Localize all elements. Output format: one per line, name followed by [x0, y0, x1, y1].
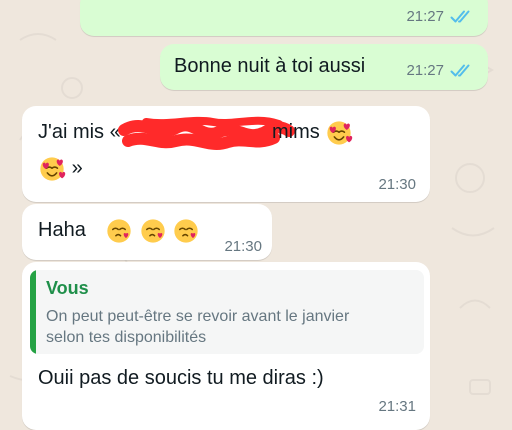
message-text: Bonne nuit à toi aussi: [174, 55, 366, 77]
message-time: 21:27: [406, 8, 444, 25]
message-bubble-incoming[interactable]: J'ai mis « mims » 21:30: [22, 106, 430, 202]
face-blowing-a-kiss-icon: [140, 219, 165, 243]
quote-text: On peut peut-être se revoir avant le jan…: [46, 308, 350, 346]
quote-accent-bar: [30, 270, 36, 354]
message-text: Ouii pas de soucis tu me diras :): [38, 367, 324, 389]
message-text-suffix: mims: [272, 118, 353, 147]
message-bubble-outgoing[interactable]: Bonne nuit à toi aussi 21:27: [160, 44, 488, 90]
quote-author: Vous: [46, 278, 89, 298]
quoted-message[interactable]: Vous On peut peut-être se revoir avant l…: [30, 270, 424, 354]
message-meta: 21:30: [224, 238, 262, 255]
message-bubble-incoming[interactable]: Haha 21:30: [22, 204, 272, 260]
read-receipt-icon: [450, 64, 470, 76]
face-blowing-a-kiss-icon: [107, 219, 131, 243]
message-time: 21:30: [224, 238, 262, 255]
message-time: 21:30: [378, 176, 416, 193]
smiling-face-with-hearts-icon: [40, 157, 66, 181]
message-text-prefix: J'ai mis «: [38, 121, 121, 143]
message-time: 21:27: [406, 62, 444, 79]
face-blowing-a-kiss-icon: [174, 219, 198, 243]
message-bubble-incoming[interactable]: Vous On peut peut-être se revoir avant l…: [22, 262, 430, 430]
message-text: Haha: [38, 216, 200, 245]
message-bubble-outgoing[interactable]: 21:27: [80, 0, 488, 36]
message-text-line2: »: [38, 154, 83, 183]
message-time: 21:31: [378, 398, 416, 415]
message-meta: 21:27: [406, 8, 474, 25]
message-meta: 21:30: [378, 176, 416, 193]
message-text: J'ai mis «: [38, 118, 121, 146]
smiling-face-with-hearts-icon: [327, 121, 353, 145]
read-receipt-icon: [450, 10, 470, 22]
message-meta: 21:31: [378, 398, 416, 415]
message-meta: 21:27: [406, 62, 474, 79]
redaction-scribble: [118, 116, 295, 150]
